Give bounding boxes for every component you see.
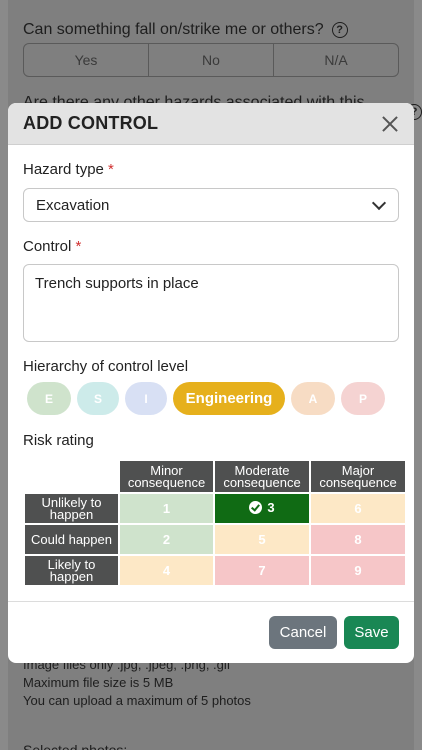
answer-segmented-control: Yes No N/A xyxy=(23,43,399,77)
matrix-corner xyxy=(25,461,118,492)
hierarchy-pill-a[interactable]: A xyxy=(291,382,335,415)
risk-cell-2[interactable]: 2 xyxy=(120,525,213,554)
col-header-major: Major consequence xyxy=(311,461,405,492)
hierarchy-label: Hierarchy of control level xyxy=(23,358,189,375)
modal-header: ADD CONTROL xyxy=(8,103,414,145)
upload-info: Image files only .jpg, .jpeg, .png, .gif… xyxy=(23,656,251,710)
modal-title: ADD CONTROL xyxy=(23,113,159,133)
required-marker: * xyxy=(75,238,82,255)
chevron-down-icon xyxy=(371,195,387,210)
risk-cell-3-selected[interactable]: 3 xyxy=(215,494,309,523)
upload-info-line: Maximum file size is 5 MB xyxy=(23,675,174,690)
fall-strike-question: Can something fall on/strike me or other… xyxy=(23,21,348,39)
check-circle-icon xyxy=(249,501,263,514)
hazard-type-value: Excavation xyxy=(36,196,110,214)
risk-rating-label: Risk rating xyxy=(23,432,94,449)
answer-no-button[interactable]: No xyxy=(149,44,274,76)
hierarchy-pill-i[interactable]: I xyxy=(125,382,167,415)
row-header-could: Could happen xyxy=(25,525,118,554)
risk-cell-value: 3 xyxy=(267,500,275,515)
add-control-modal: ADD CONTROL Hazard type * Excavation Con… xyxy=(8,103,414,663)
risk-cell-6[interactable]: 6 xyxy=(311,494,405,523)
col-header-minor: Minor consequence xyxy=(120,461,213,492)
risk-cell-4[interactable]: 4 xyxy=(120,556,213,585)
hierarchy-pill-p[interactable]: P xyxy=(341,382,385,415)
risk-matrix: Minor consequence Moderate consequence M… xyxy=(23,459,407,587)
save-button[interactable]: Save xyxy=(344,616,399,649)
selected-photos-label: Selected photos: xyxy=(23,742,128,750)
risk-cell-1[interactable]: 1 xyxy=(120,494,213,523)
required-marker: * xyxy=(108,161,114,178)
hierarchy-pill-engineering[interactable]: Engineering xyxy=(173,382,285,415)
upload-info-line: You can upload a maximum of 5 photos xyxy=(23,693,251,708)
col-header-moderate: Moderate consequence xyxy=(215,461,309,492)
hierarchy-selector: E S I Engineering A P xyxy=(27,382,385,415)
hazard-type-select[interactable]: Excavation xyxy=(23,188,399,222)
answer-na-button[interactable]: N/A xyxy=(274,44,398,76)
control-label: Control * xyxy=(23,238,82,255)
footer-divider xyxy=(8,601,414,602)
close-icon[interactable] xyxy=(380,114,400,134)
row-header-likely: Likely to happen xyxy=(25,556,118,585)
cancel-button[interactable]: Cancel xyxy=(269,616,337,649)
control-textarea[interactable]: Trench supports in place xyxy=(23,264,399,342)
risk-cell-5[interactable]: 5 xyxy=(215,525,309,554)
risk-cell-9[interactable]: 9 xyxy=(311,556,405,585)
hierarchy-pill-e[interactable]: E xyxy=(27,382,71,415)
answer-yes-button[interactable]: Yes xyxy=(24,44,149,76)
hazard-type-label: Hazard type * xyxy=(23,161,114,178)
row-header-unlikely: Unlikely to happen xyxy=(25,494,118,523)
help-icon[interactable]: ? xyxy=(331,22,348,38)
risk-cell-8[interactable]: 8 xyxy=(311,525,405,554)
hierarchy-pill-s[interactable]: S xyxy=(77,382,119,415)
risk-cell-7[interactable]: 7 xyxy=(215,556,309,585)
